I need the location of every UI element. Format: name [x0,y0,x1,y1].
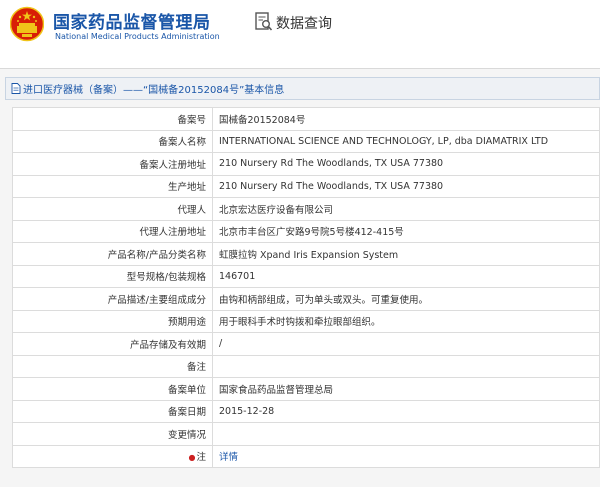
row-value: 2015-12-28 [212,399,600,423]
row-label: 变更情况 [12,422,213,446]
table-row: 备案单位 国家食品药品监督管理总局 [12,377,600,401]
table-row: 备注 [12,354,600,378]
details-link[interactable]: 详情 [219,452,238,463]
agency-name-en: National Medical Products Administration [55,32,220,41]
table-row: 代理人注册地址 北京市丰台区广安路9号院5号楼412-415号 [12,219,600,243]
table-row: 产品名称/产品分类名称 虹膜拉钩 Xpand Iris Expansion Sys… [12,242,600,266]
national-emblem-icon [10,6,44,42]
note-row: ●注 详情 [12,444,600,468]
row-value [212,422,600,446]
row-value [212,354,600,378]
row-value: 由钩和柄部组成，可为单头或双头。可重复使用。 [212,287,600,311]
row-value: 北京宏达医疗设备有限公司 [212,197,600,221]
table-row: 备案人名称 INTERNATIONAL SCIENCE AND TECHNOLOG… [12,129,600,153]
note-label: 注 [196,452,206,464]
row-label: 备案号 [12,107,213,131]
row-label: 备案单位 [12,377,213,401]
row-label: 产品描述/主要组成成分 [12,287,213,311]
record-panel: 进口医疗器械（备案）——“国械备20152084号”基本信息 备案号 国械备201… [0,68,600,487]
table-row: 产品存储及有效期 / [12,332,600,356]
row-label: 备案日期 [12,399,213,423]
row-value: 210 Nursery Rd The Woodlands, TX USA 773… [212,174,600,198]
table-row: 产品描述/主要组成成分 由钩和柄部组成，可为单头或双头。可重复使用。 [12,287,600,311]
row-label: 型号规格/包装规格 [12,264,213,288]
table-row: 生产地址 210 Nursery Rd The Woodlands, TX USA… [12,174,600,198]
row-value: 北京市丰台区广安路9号院5号楼412-415号 [212,219,600,243]
table-row: 代理人 北京宏达医疗设备有限公司 [12,197,600,221]
note-value-cell: 详情 [212,444,600,468]
row-label: 代理人注册地址 [12,219,213,243]
row-value: 146701 [212,264,600,288]
row-label: 预期用途 [12,309,213,333]
row-value: / [212,332,600,356]
site-header: 国家药品监督管理局 National Medical Products Admi… [0,0,600,58]
agency-name-cn: 国家药品监督管理局 [53,13,211,33]
table-row: 变更情况 [12,422,600,446]
row-value: 国家食品药品监督管理总局 [212,377,600,401]
row-value: INTERNATIONAL SCIENCE AND TECHNOLOGY, LP… [212,129,600,153]
document-icon [11,83,21,94]
record-title-bar: 进口医疗器械（备案）——“国械备20152084号”基本信息 [5,77,600,100]
record-title: 进口医疗器械（备案）——“国械备20152084号”基本信息 [23,85,285,96]
row-label: 代理人 [12,197,213,221]
table-row: 型号规格/包装规格 146701 [12,264,600,288]
row-label: 生产地址 [12,174,213,198]
row-value: 国械备20152084号 [212,107,600,131]
record-detail-table: 备案号 国械备20152084号 备案人名称 INTERNATIONAL SCIENC… [12,107,600,468]
table-row: 预期用途 用于眼科手术时钩拨和牵拉眼部组织。 [12,309,600,333]
row-value: 虹膜拉钩 Xpand Iris Expansion System [212,242,600,266]
data-query-title: 数据查询 [276,16,332,32]
table-row: 备案日期 2015-12-28 [12,399,600,423]
note-label-cell: ●注 [12,444,213,468]
row-value: 210 Nursery Rd The Woodlands, TX USA 773… [212,152,600,176]
tip-icon: ● [188,453,196,463]
row-label: 产品名称/产品分类名称 [12,242,213,266]
row-label: 备案人名称 [12,129,213,153]
table-row: 备案号 国械备20152084号 [12,107,600,131]
table-row: 备案人注册地址 210 Nursery Rd The Woodlands, TX … [12,152,600,176]
row-label: 备注 [12,354,213,378]
row-label: 备案人注册地址 [12,152,213,176]
search-document-icon [255,12,273,31]
row-label: 产品存储及有效期 [12,332,213,356]
row-value: 用于眼科手术时钩拨和牵拉眼部组织。 [212,309,600,333]
